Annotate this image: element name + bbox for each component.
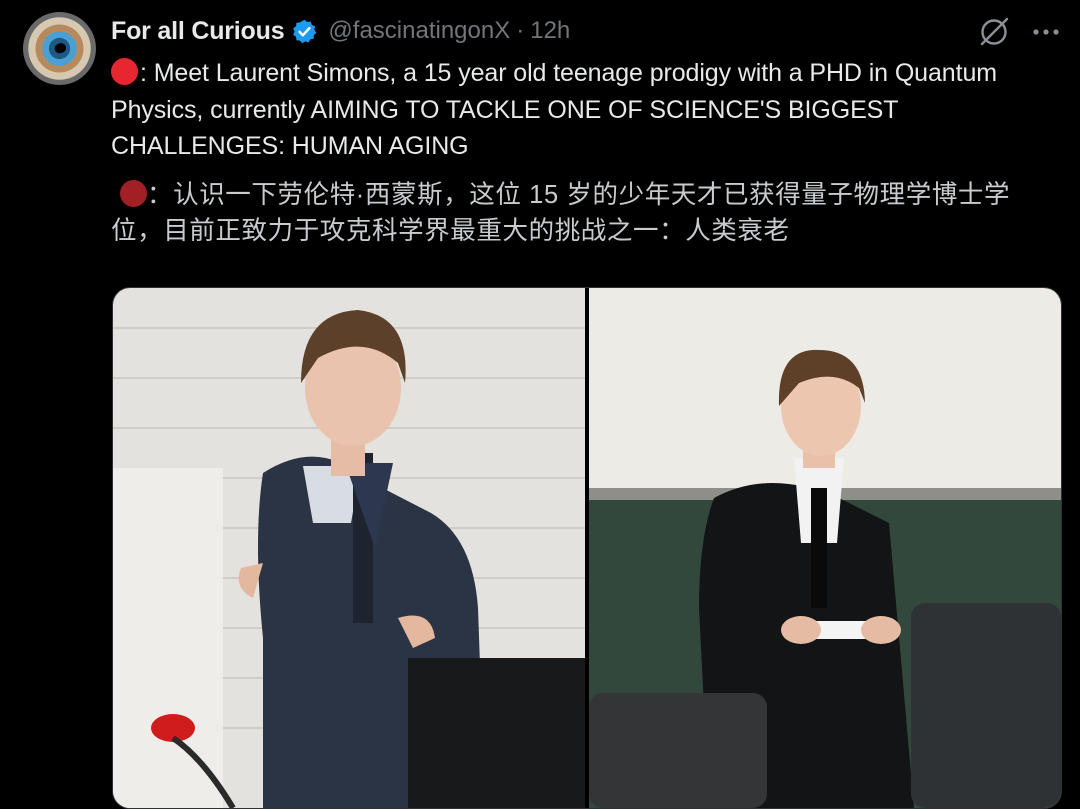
timestamp[interactable]: 12h <box>530 17 570 45</box>
display-name[interactable]: For all Curious <box>111 17 285 46</box>
tweet-translation: ：认识一下劳伦特·西蒙斯，这位 15 岁的少年天才已获得量子物理学博士学位，目前… <box>111 177 1051 249</box>
red-circle-emoji-icon <box>120 180 147 207</box>
media-photo-lecture[interactable] <box>113 288 585 808</box>
red-circle-emoji-icon <box>111 58 138 85</box>
translation-body: ：认识一下劳伦特·西蒙斯，这位 15 岁的少年天才已获得量子物理学博士学位，目前… <box>111 181 1011 245</box>
grok-icon[interactable] <box>977 15 1011 49</box>
media-grid[interactable] <box>112 287 1062 809</box>
media-photo-ceremony[interactable] <box>589 288 1061 808</box>
separator-dot: · <box>516 17 525 44</box>
tweet-header: For all Curious @fascinatingonX · 12h <box>111 14 570 48</box>
verified-badge-icon[interactable] <box>291 18 318 45</box>
user-handle[interactable]: @fascinatingonX <box>328 17 510 45</box>
tweet-body: : Meet Laurent Simons, a 15 year old tee… <box>111 59 997 160</box>
more-icon[interactable] <box>1029 15 1063 49</box>
avatar[interactable] <box>23 12 96 85</box>
tweet-text: : Meet Laurent Simons, a 15 year old tee… <box>111 55 1041 165</box>
